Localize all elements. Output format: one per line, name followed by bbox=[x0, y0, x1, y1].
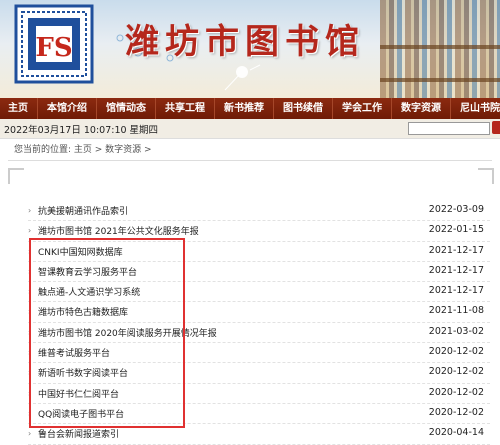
nav-item-news[interactable]: 馆情动态 bbox=[97, 98, 156, 119]
list-item-title[interactable]: QQ阅读电子图书平台 bbox=[38, 407, 124, 420]
list-item-date: 2020-12-02 bbox=[428, 366, 484, 378]
nav-item-about[interactable]: 本馆介绍 bbox=[38, 98, 97, 119]
list-item[interactable]: › 潍坊市图书馆 2021年公共文化服务年报 2022-01-15 bbox=[28, 221, 490, 242]
nav-item-society[interactable]: 学会工作 bbox=[333, 98, 392, 119]
corner-decoration bbox=[8, 168, 24, 184]
bullet-icon: › bbox=[28, 246, 32, 256]
list-item-title[interactable]: 抗美援朝通讯作品索引 bbox=[38, 204, 128, 217]
list-item-title[interactable]: 智课教育云学习服务平台 bbox=[38, 265, 137, 278]
list-item[interactable]: › 潍坊市图书馆 2020年阅读服务开展情况年报 2021-03-02 bbox=[28, 323, 490, 344]
list-item-date: 2021-03-02 bbox=[428, 325, 484, 337]
list-item[interactable]: › 抗美援朝通讯作品索引 2022-03-09 bbox=[28, 201, 490, 222]
list-item[interactable]: › 触点通-人文通识学习系统 2021-12-17 bbox=[28, 282, 490, 303]
nav-item-digital[interactable]: 数字资源 bbox=[392, 98, 451, 119]
search-button[interactable] bbox=[492, 121, 500, 134]
bullet-icon: › bbox=[28, 408, 32, 418]
site-banner: FS 潍坊市图书馆 bbox=[0, 0, 500, 98]
main-nav: 主页 本馆介绍 馆情动态 共享工程 新书推荐 图书续借 学会工作 数字资源 尼山… bbox=[0, 98, 500, 119]
nav-item-new-books[interactable]: 新书推荐 bbox=[215, 98, 274, 119]
list-item-date: 2020-12-02 bbox=[428, 346, 484, 358]
list-item[interactable]: › 智课教育云学习服务平台 2021-12-17 bbox=[28, 262, 490, 283]
list-item[interactable]: › QQ阅读电子图书平台 2020-12-02 bbox=[28, 404, 490, 425]
divider bbox=[8, 160, 492, 161]
current-datetime: 2022年03月17日 10:07:10 星期四 bbox=[4, 125, 159, 136]
list-item-title[interactable]: 维普考试服务平台 bbox=[38, 346, 110, 359]
list-item[interactable]: › 潍坊市特色古籍数据库 2021-11-08 bbox=[28, 302, 490, 323]
status-bar: 2022年03月17日 10:07:10 星期四 bbox=[0, 119, 500, 139]
bullet-icon: › bbox=[28, 226, 32, 236]
list-item[interactable]: › 新语听书数字阅读平台 2020-12-02 bbox=[28, 363, 490, 384]
shelf-line bbox=[380, 45, 500, 49]
bullet-icon: › bbox=[28, 327, 32, 337]
list-item[interactable]: › 鲁台会新闻报道索引 2020-04-14 bbox=[28, 424, 490, 445]
nav-item-home[interactable]: 主页 bbox=[0, 98, 38, 119]
list-item-date: 2022-01-15 bbox=[428, 224, 484, 236]
list-item[interactable]: › 维普考试服务平台 2020-12-02 bbox=[28, 343, 490, 364]
shelf-line bbox=[380, 78, 500, 82]
dandelion-decoration bbox=[224, 64, 261, 91]
list-item-title[interactable]: 触点通-人文通识学习系统 bbox=[38, 285, 140, 298]
nav-item-renew[interactable]: 图书续借 bbox=[274, 98, 333, 119]
search-input[interactable] bbox=[408, 122, 490, 135]
list-item-title[interactable]: 中国好书仁仁阅平台 bbox=[38, 387, 119, 400]
list-item-title[interactable]: 潍坊市图书馆 2020年阅读服务开展情况年报 bbox=[38, 326, 217, 339]
list-item-date: 2020-04-14 bbox=[428, 427, 484, 439]
bullet-icon: › bbox=[28, 388, 32, 398]
list-item-title[interactable]: 鲁台会新闻报道索引 bbox=[38, 427, 119, 440]
list-item-title[interactable]: 潍坊市特色古籍数据库 bbox=[38, 305, 128, 318]
list-item-title[interactable]: 潍坊市图书馆 2021年公共文化服务年报 bbox=[38, 224, 199, 237]
list-item[interactable]: › CNKI中国知网数据库 2021-12-17 bbox=[28, 242, 490, 262]
nav-item-nishan[interactable]: 尼山书院 bbox=[451, 98, 500, 119]
bullet-icon: › bbox=[28, 348, 32, 358]
bullet-icon: › bbox=[28, 307, 32, 317]
list-item-date: 2020-12-02 bbox=[428, 406, 484, 418]
breadcrumb: 您当前的位置: 主页 > 数字资源 > bbox=[14, 145, 152, 155]
bullet-icon: › bbox=[28, 429, 32, 439]
bullet-icon: › bbox=[28, 287, 32, 297]
list-item-date: 2021-12-17 bbox=[428, 285, 484, 297]
nav-item-sharing[interactable]: 共享工程 bbox=[156, 98, 215, 119]
list-item-date: 2020-12-02 bbox=[428, 386, 484, 398]
list-item-date: 2021-12-17 bbox=[428, 244, 484, 256]
list-item-date: 2022-03-09 bbox=[428, 204, 484, 215]
site-title: 潍坊市图书馆 bbox=[125, 22, 365, 62]
corner-decoration bbox=[478, 168, 494, 184]
bullet-icon: › bbox=[28, 206, 32, 215]
bullet-icon: › bbox=[28, 266, 32, 276]
list-item[interactable]: › 中国好书仁仁阅平台 2020-12-02 bbox=[28, 384, 490, 404]
list-item-title[interactable]: CNKI中国知网数据库 bbox=[38, 245, 123, 258]
article-list: › 抗美援朝通讯作品索引 2022-03-09 › 潍坊市图书馆 2021年公共… bbox=[28, 201, 490, 445]
bookshelf-image bbox=[380, 0, 500, 98]
list-item-date: 2021-11-08 bbox=[428, 305, 484, 317]
list-item-title[interactable]: 新语听书数字阅读平台 bbox=[38, 366, 128, 379]
bullet-icon: › bbox=[28, 368, 32, 378]
list-item-date: 2021-12-17 bbox=[428, 264, 484, 276]
